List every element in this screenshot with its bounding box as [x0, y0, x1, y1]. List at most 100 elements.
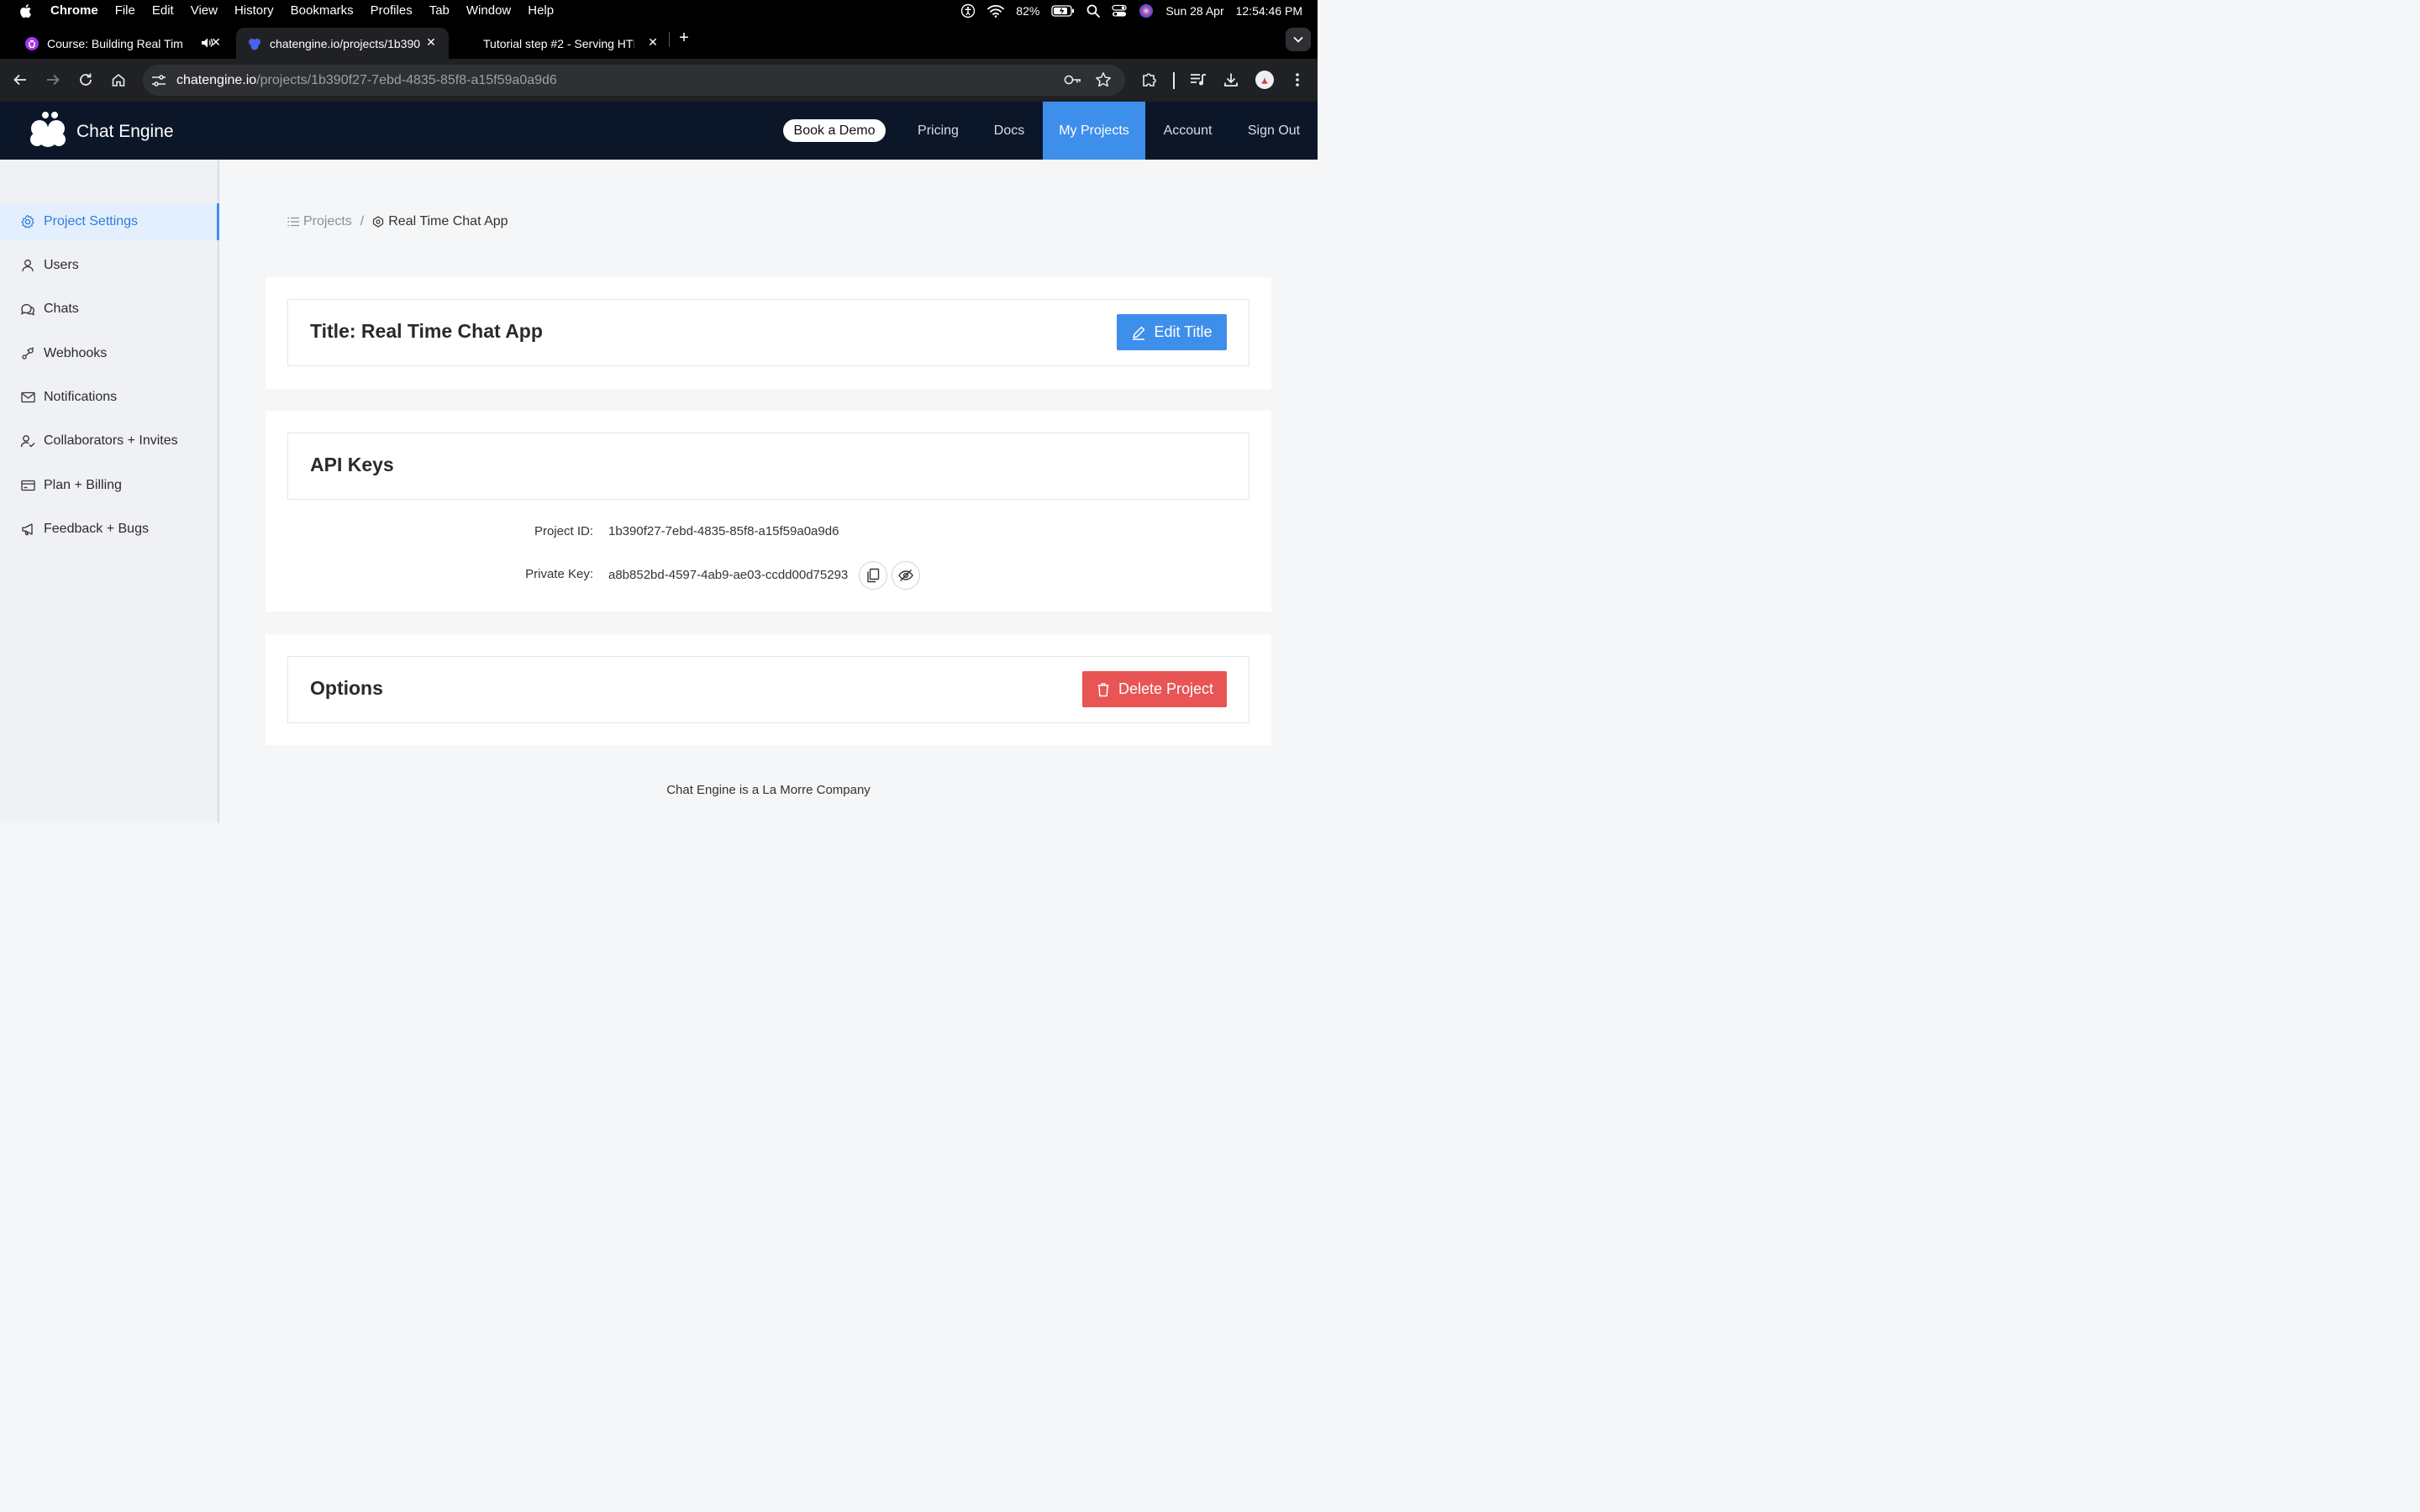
- copy-key-button[interactable]: [859, 561, 887, 590]
- eye-slash-icon: [898, 569, 913, 582]
- pencil-icon: [1131, 325, 1146, 340]
- tab-close-icon[interactable]: ✕: [645, 34, 660, 50]
- nav-pricing[interactable]: Pricing: [906, 102, 971, 160]
- control-center-icon[interactable]: [1112, 4, 1127, 18]
- sidebar-item-users[interactable]: Users: [0, 247, 218, 284]
- title-panel: Title: Real Time Chat App Edit Title: [266, 277, 1271, 389]
- forward-icon[interactable]: [43, 70, 63, 90]
- title-card: Title: Real Time Chat App Edit Title: [287, 299, 1249, 366]
- menu-profiles[interactable]: Profiles: [371, 3, 413, 18]
- extensions-icon[interactable]: [1139, 70, 1160, 90]
- footer-text: Chat Engine is a La Morre Company: [666, 783, 871, 797]
- media-controls-icon[interactable]: [1188, 70, 1208, 90]
- address-bar[interactable]: chatengine.io/projects/1b390f27-7ebd-483…: [143, 65, 1125, 96]
- sidebar-item-collaborators[interactable]: Collaborators + Invites: [0, 423, 218, 459]
- tab-title: chatengine.io/projects/1b390: [270, 36, 421, 50]
- settings-sidebar: Project Settings Users Chats Webhooks No…: [0, 160, 219, 823]
- new-tab-icon[interactable]: +: [676, 29, 692, 47]
- delete-project-button[interactable]: Delete Project: [1082, 671, 1227, 707]
- accessibility-icon[interactable]: [960, 3, 976, 18]
- chat-icon: [20, 302, 35, 317]
- apple-icon[interactable]: [18, 3, 34, 18]
- sidebar-item-chats[interactable]: Chats: [0, 291, 218, 328]
- sidebar-item-feedback[interactable]: Feedback + Bugs: [0, 511, 218, 548]
- back-icon[interactable]: [10, 70, 30, 90]
- book-demo-button[interactable]: Book a Demo: [783, 119, 886, 142]
- menubar-time: 12:54:46 PM: [1235, 3, 1302, 18]
- menu-view[interactable]: View: [191, 3, 218, 18]
- chatengine-favicon-icon: [248, 37, 261, 50]
- nav-docs[interactable]: Docs: [980, 102, 1039, 160]
- siri-icon[interactable]: [1139, 3, 1154, 18]
- menu-file[interactable]: File: [115, 3, 135, 18]
- sidebar-item-plan-billing[interactable]: Plan + Billing: [0, 467, 218, 504]
- site-info-icon[interactable]: [150, 71, 168, 90]
- home-icon[interactable]: [108, 70, 129, 90]
- tab-close-icon[interactable]: ✕: [208, 34, 224, 50]
- tab-search-icon[interactable]: [1286, 28, 1311, 51]
- options-card: Options Delete Project: [287, 656, 1249, 723]
- browser-tab-course[interactable]: Course: Building Real Tim ✕: [13, 28, 234, 59]
- api-keys-heading: API Keys: [310, 454, 394, 475]
- macos-menu-bar: Chrome File Edit View History Bookmarks …: [0, 0, 1318, 21]
- card-icon: [20, 478, 35, 493]
- edit-title-button[interactable]: Edit Title: [1117, 314, 1227, 350]
- delete-project-label: Delete Project: [1118, 680, 1214, 697]
- chat-engine-logo[interactable]: [28, 111, 68, 150]
- chrome-menu-icon[interactable]: [1287, 70, 1307, 90]
- project-icon: [372, 216, 384, 228]
- nav-my-projects[interactable]: My Projects: [1043, 102, 1145, 160]
- gear-icon: [20, 214, 35, 229]
- toolbar-divider: [1173, 72, 1175, 89]
- sidebar-item-label: Collaborators + Invites: [44, 433, 178, 448]
- battery-icon[interactable]: [1051, 4, 1075, 17]
- trash-icon: [1096, 682, 1111, 697]
- profile-avatar[interactable]: [1255, 70, 1275, 90]
- sidebar-item-project-settings[interactable]: Project Settings: [0, 203, 219, 240]
- nav-sign-out[interactable]: Sign Out: [1235, 102, 1313, 160]
- menu-history[interactable]: History: [234, 3, 274, 18]
- address-bar-url: chatengine.io/projects/1b390f27-7ebd-483…: [176, 73, 557, 88]
- private-key-value: a8b852bd-4597-4ab9-ae03-ccdd00d75293: [608, 568, 849, 582]
- menu-window[interactable]: Window: [466, 3, 511, 18]
- browser-tab-strip: Course: Building Real Tim ✕ chatengine.i…: [0, 21, 1318, 59]
- tab-close-icon[interactable]: ✕: [424, 34, 439, 50]
- breadcrumb-projects[interactable]: Projects: [287, 214, 352, 229]
- breadcrumb-projects-label: Projects: [303, 214, 352, 228]
- spotlight-search-icon[interactable]: [1086, 4, 1101, 18]
- collaborators-icon: [20, 433, 35, 449]
- project-title-heading: Title: Real Time Chat App: [310, 320, 543, 342]
- menu-bookmarks[interactable]: Bookmarks: [291, 3, 354, 18]
- browser-tab-chatengine[interactable]: chatengine.io/projects/1b390 ✕: [236, 28, 449, 59]
- mail-icon: [20, 390, 35, 405]
- breadcrumb-current: Real Time Chat App: [372, 214, 508, 229]
- sidebar-item-label: Plan + Billing: [44, 478, 122, 492]
- sidebar-item-label: Project Settings: [44, 214, 139, 228]
- megaphone-icon: [20, 522, 35, 537]
- user-icon: [20, 258, 35, 273]
- menu-tab[interactable]: Tab: [429, 3, 450, 18]
- sidebar-item-notifications[interactable]: Notifications: [0, 379, 218, 416]
- tab-separator: [669, 32, 670, 47]
- nav-account[interactable]: Account: [1151, 102, 1224, 160]
- brand-name[interactable]: Chat Engine: [76, 122, 174, 142]
- menu-edit[interactable]: Edit: [152, 3, 174, 18]
- private-key-label: Private Key:: [525, 567, 593, 581]
- bookmark-star-icon[interactable]: [1094, 71, 1113, 89]
- project-id-label: Project ID:: [534, 524, 593, 538]
- wifi-icon[interactable]: [987, 4, 1005, 18]
- battery-percent: 82%: [1016, 3, 1040, 18]
- options-panel: Options Delete Project: [266, 634, 1271, 745]
- sidebar-item-label: Notifications: [44, 390, 118, 404]
- browser-tab-tutorial[interactable]: Tutorial step #2 - Serving HTI ✕: [460, 28, 671, 59]
- udemy-favicon-icon: [25, 36, 39, 50]
- toggle-key-visibility-button[interactable]: [892, 561, 920, 590]
- sidebar-item-label: Webhooks: [44, 346, 108, 360]
- password-key-icon[interactable]: [1064, 71, 1082, 89]
- downloads-icon[interactable]: [1221, 70, 1241, 90]
- tab-title: Tutorial step #2 - Serving HTI: [483, 36, 634, 50]
- sidebar-item-webhooks[interactable]: Webhooks: [0, 335, 218, 372]
- menu-chrome[interactable]: Chrome: [50, 3, 98, 18]
- reload-icon[interactable]: [76, 70, 96, 90]
- menu-help[interactable]: Help: [528, 3, 554, 18]
